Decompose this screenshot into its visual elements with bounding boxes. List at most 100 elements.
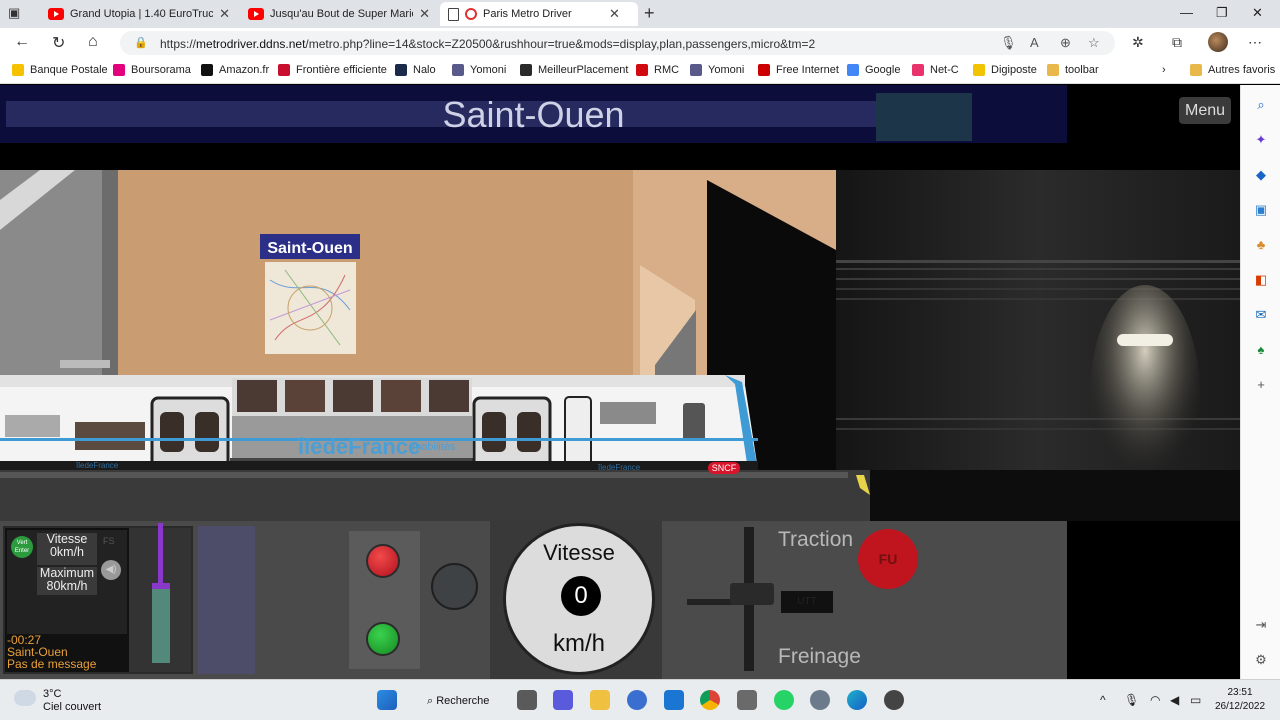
address-toolbar: ← ↻ ⌂ 🔒 https://metrodriver.ddns.net/met… — [0, 28, 1280, 58]
taskbar-search[interactable]: ⌕ Recherche — [415, 690, 500, 712]
bookmark-label: MeilleurPlacement — [538, 64, 629, 76]
clock[interactable]: 23:51 26/12/2022 — [1210, 686, 1270, 714]
shopping-tag-icon[interactable]: ◆ — [1253, 167, 1269, 183]
speedometer-unit: km/h — [552, 630, 605, 657]
bookmark-item[interactable]: toolbar — [1047, 64, 1099, 76]
bookmark-item[interactable]: Net-C — [912, 64, 959, 76]
speaker-icon[interactable]: ◀) — [101, 560, 121, 580]
volume-icon[interactable]: ◀ — [1170, 693, 1179, 707]
tunnel-floor — [836, 470, 1240, 521]
add-icon[interactable]: + — [1253, 377, 1269, 393]
read-aloud-icon[interactable]: A — [1030, 35, 1039, 50]
edge-sidebar: ⌕ ✦ ◆ ▣ ♣ ◧ ✉ ♠ + ⇥ ⚙ — [1240, 85, 1280, 679]
menu-button[interactable]: Menu — [1179, 97, 1231, 124]
url-field[interactable]: 🔒 https://metrodriver.ddns.net/metro.php… — [120, 31, 1115, 55]
fs-label: FS — [103, 536, 115, 546]
tab-mario[interactable]: Jusqu'au Bout de Super Mario 3D ✕ — [240, 2, 438, 26]
office-icon[interactable]: ◧ — [1253, 272, 1269, 288]
vitesse-value: 0km/h — [49, 545, 85, 559]
traction-lever[interactable] — [730, 583, 774, 605]
close-window-icon[interactable]: ✕ — [1252, 5, 1263, 21]
bookmark-item[interactable]: Boursorama — [113, 64, 191, 76]
microphone-tray-icon[interactable]: 🎙 — [1124, 693, 1139, 707]
red-lamp[interactable] — [366, 544, 400, 578]
close-icon[interactable]: ✕ — [419, 6, 430, 22]
bookmark-item[interactable]: Amazon.fr — [201, 64, 269, 76]
new-tab-icon[interactable]: + — [644, 3, 655, 24]
chrome-icon[interactable] — [700, 690, 720, 710]
bookmark-label: Net-C — [930, 64, 959, 76]
tab-paris-metro-driver[interactable]: Paris Metro Driver ✕ — [440, 2, 638, 26]
folder-icon — [1047, 64, 1059, 76]
weather-condition: Ciel couvert — [43, 701, 102, 713]
tab-eurotruck[interactable]: Grand Utopia | 1.40 EuroTruck Sim ✕ — [40, 2, 238, 26]
bookmark-item[interactable]: Banque Postale — [12, 64, 108, 76]
bookmark-icon — [395, 64, 407, 76]
minimize-icon[interactable]: — — [1180, 5, 1193, 20]
door-button[interactable] — [431, 563, 478, 610]
green-lamp[interactable] — [366, 622, 400, 656]
driver-dashboard: Vert Enter FS Vitesse 0km/h Maximum 80km… — [0, 521, 1067, 679]
search-icon[interactable]: ⌕ — [1253, 97, 1269, 113]
edge-icon[interactable] — [847, 690, 867, 710]
extensions-icon[interactable]: ✲ — [1132, 34, 1144, 51]
zoom-icon[interactable]: ⊕ — [1060, 35, 1071, 51]
tab-actions-icon[interactable]: ▣ — [8, 5, 28, 23]
refresh-icon[interactable]: ↻ — [52, 33, 65, 53]
bookmark-item[interactable]: Digiposte — [973, 64, 1037, 76]
hide-sidebar-icon[interactable]: ⇥ — [1253, 617, 1269, 633]
bookmark-icon — [847, 64, 859, 76]
bookmark-item[interactable]: Yomoni — [452, 64, 506, 76]
bookmark-item[interactable]: Frontière efficiente — [278, 64, 387, 76]
wifi-icon[interactable]: ◠ — [1150, 693, 1160, 707]
bookmark-label: Free Internet — [776, 64, 839, 76]
more-menu-icon[interactable]: ⋯ — [1248, 34, 1262, 51]
close-icon[interactable]: ✕ — [219, 6, 230, 22]
bookmark-item[interactable]: Yomoni — [690, 64, 744, 76]
emergency-brake-button[interactable]: FU — [858, 529, 918, 589]
search-glass-icon: ⌕ — [427, 695, 437, 707]
games-icon[interactable]: ♣ — [1253, 237, 1269, 253]
bookmark-item[interactable]: Free Internet — [758, 64, 839, 76]
task-view-icon[interactable] — [517, 690, 537, 710]
close-icon[interactable]: ✕ — [609, 6, 620, 22]
bookmark-item[interactable]: Google — [847, 64, 900, 76]
file-explorer-icon[interactable] — [590, 690, 610, 710]
lock-icon: 🔒 — [134, 37, 148, 49]
home-icon[interactable]: ⌂ — [88, 33, 98, 51]
game-area[interactable]: Saint-Ouen Menu Saint-Ouen îledeFrance m… — [0, 85, 1240, 679]
app-m-icon[interactable] — [627, 690, 647, 710]
trip-info: -00:27 Saint-Ouen Pas de message — [7, 634, 96, 670]
back-icon[interactable]: ← — [14, 33, 30, 51]
bookmark-item[interactable]: Nalo — [395, 64, 436, 76]
collections-icon[interactable]: ⧉ — [1172, 34, 1182, 51]
outlook-icon[interactable]: ✉ — [1253, 307, 1269, 323]
whatsapp-icon[interactable] — [774, 690, 794, 710]
bookmark-icon — [201, 64, 213, 76]
bookmark-icon — [278, 64, 290, 76]
printer-icon[interactable] — [737, 690, 757, 710]
settings-icon[interactable]: ⚙ — [1253, 652, 1269, 668]
recorder-icon[interactable] — [884, 690, 904, 710]
tools-icon[interactable]: ▣ — [1253, 202, 1269, 218]
profile-avatar[interactable] — [1208, 32, 1228, 52]
chevron-right-icon[interactable]: › — [1162, 64, 1166, 76]
tree-icon[interactable]: ♠ — [1253, 342, 1269, 358]
settings-app-icon[interactable] — [810, 690, 830, 710]
maximize-icon[interactable]: ❐ — [1216, 5, 1228, 21]
teams-chat-icon[interactable] — [553, 690, 573, 710]
bookmark-label: Yomoni — [708, 64, 745, 76]
chevron-up-icon[interactable]: ^ — [1100, 693, 1106, 707]
favorite-star-icon[interactable]: ☆ — [1088, 35, 1100, 51]
other-favorites[interactable]: Autres favoris — [1190, 64, 1275, 76]
station-sign: Saint-Ouen — [267, 240, 353, 257]
start-icon[interactable] — [377, 690, 397, 710]
microphone-icon[interactable]: 🎙 — [1000, 35, 1017, 51]
copilot-icon[interactable]: ✦ — [1253, 132, 1269, 148]
battery-icon[interactable]: ▭ — [1190, 693, 1201, 707]
bookmark-item[interactable]: MeilleurPlacement — [520, 64, 628, 76]
weather-cloud-icon[interactable] — [14, 690, 36, 706]
bookmark-label: Frontière efficiente — [296, 64, 387, 76]
outlook-taskbar-icon[interactable] — [664, 690, 684, 710]
bookmark-item[interactable]: RMC — [636, 64, 679, 76]
